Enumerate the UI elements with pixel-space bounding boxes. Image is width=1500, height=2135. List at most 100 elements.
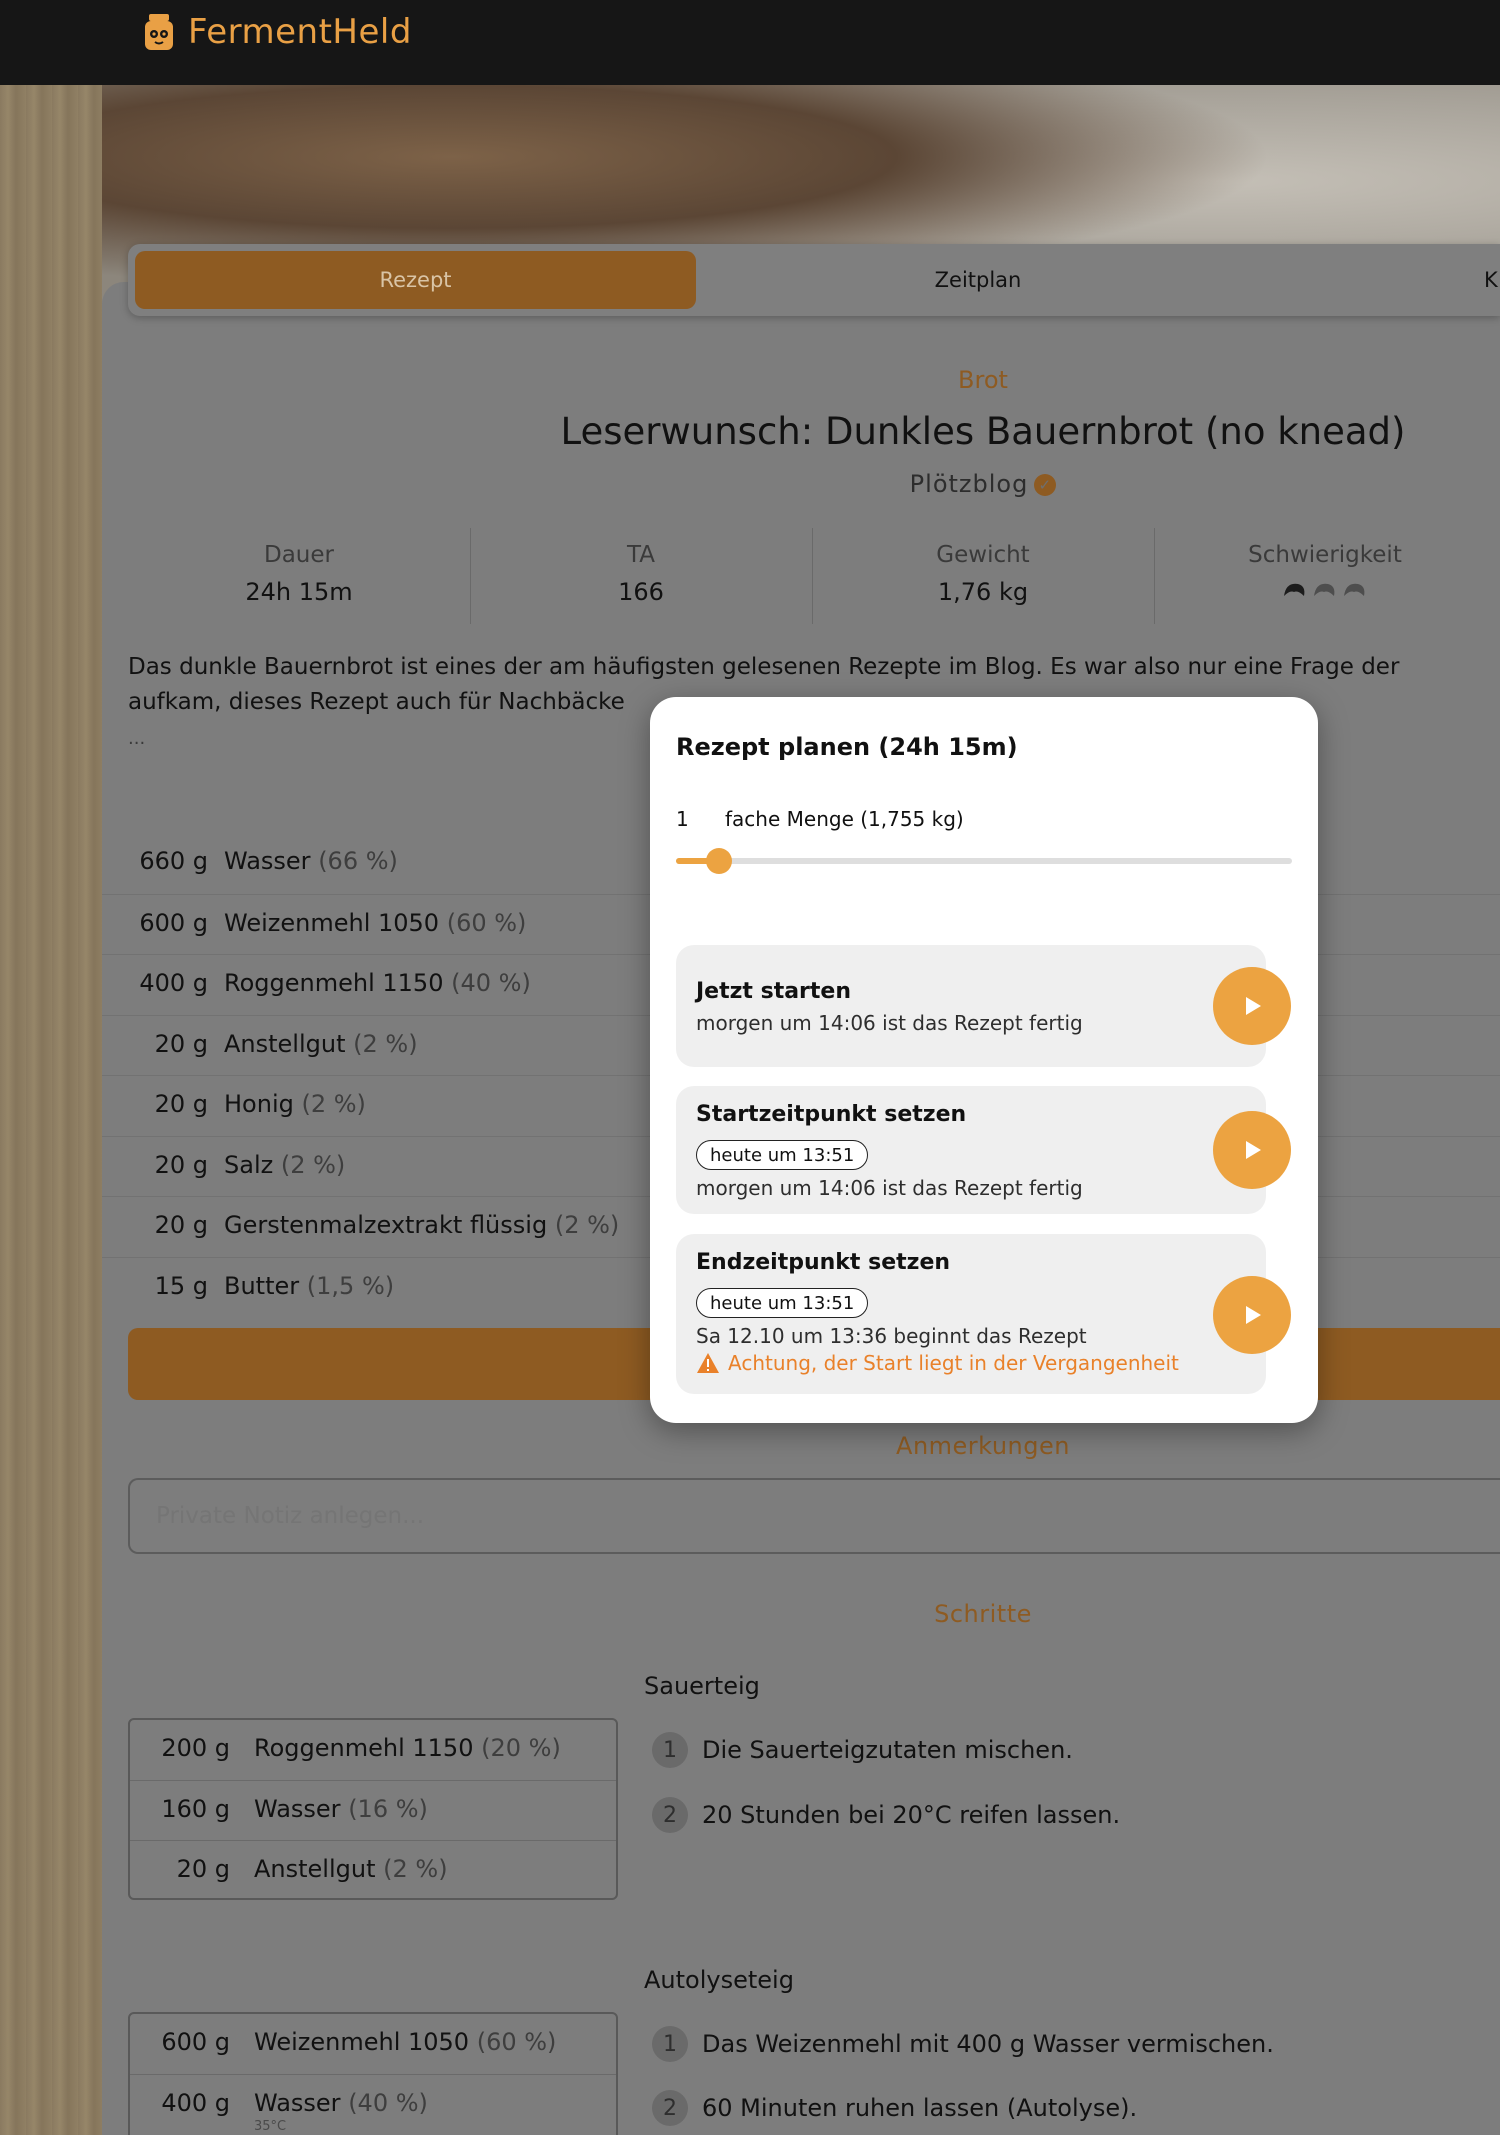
step-item: 2 60 Minuten ruhen lassen (Autolyse). bbox=[652, 2090, 1137, 2126]
multiplier-value: 1 bbox=[676, 807, 689, 831]
step-number: 2 bbox=[652, 1797, 688, 1833]
brand[interactable]: FermentHeld bbox=[142, 12, 412, 52]
step-text: 20 Stunden bei 20°C reifen lassen. bbox=[702, 1801, 1121, 1829]
stat-label: Gewicht bbox=[936, 542, 1030, 568]
option-start-now[interactable]: Jetzt starten morgen um 14:06 ist das Re… bbox=[676, 945, 1266, 1067]
ingredient-qty: 20 g bbox=[154, 1090, 208, 1118]
ingredient-qty: 600 g bbox=[139, 908, 208, 937]
stat-dauer: Dauer 24h 15m bbox=[128, 528, 470, 624]
step-number: 1 bbox=[652, 1732, 688, 1768]
ingredient-name: Roggenmehl 1150 (20 %) bbox=[254, 1734, 561, 1762]
ingredient-name: Salz (2 %) bbox=[224, 1150, 346, 1179]
table-row: 600 g Weizenmehl 1050 (60 %) bbox=[130, 2014, 616, 2074]
play-icon bbox=[1246, 1141, 1261, 1159]
author-name: Plötzblog bbox=[909, 470, 1029, 498]
option-set-start[interactable]: Startzeitpunkt setzen heute um 13:51 mor… bbox=[676, 1086, 1266, 1214]
ingredient-name: Wasser (16 %) bbox=[254, 1795, 428, 1823]
private-note-input[interactable] bbox=[128, 1478, 1500, 1554]
step-text: Das Weizenmehl mit 400 g Wasser vermisch… bbox=[702, 2030, 1274, 2058]
option-title: Jetzt starten bbox=[696, 979, 852, 1004]
stat-value: 166 bbox=[618, 578, 664, 606]
option-title: Endzeitpunkt setzen bbox=[696, 1250, 951, 1275]
stat-label: Dauer bbox=[264, 542, 334, 568]
recipe-author[interactable]: Plötzblog ✓ bbox=[102, 470, 1500, 498]
start-now-play-button[interactable] bbox=[1213, 967, 1291, 1045]
ingredient-temperature: 35°C bbox=[254, 2119, 287, 2134]
stat-label: Schwierigkeit bbox=[1248, 542, 1402, 568]
app-name: FermentHeld bbox=[188, 12, 412, 52]
recipe-category[interactable]: Brot bbox=[102, 366, 1500, 394]
table-row: 400 g Wasser (40 %) 35°C bbox=[130, 2074, 616, 2134]
ingredient-qty: 20 g bbox=[154, 1029, 208, 1058]
end-time-chip[interactable]: heute um 13:51 bbox=[696, 1288, 869, 1318]
stat-value: 1,76 kg bbox=[937, 578, 1029, 606]
table-row: 200 g Roggenmehl 1150 (20 %) bbox=[130, 1720, 616, 1780]
option-subtitle: Sa 12.10 um 13:36 beginnt das Rezept bbox=[696, 1324, 1087, 1348]
ingredient-qty: 600 g bbox=[161, 2028, 230, 2056]
play-icon bbox=[1246, 997, 1261, 1015]
verified-icon: ✓ bbox=[1034, 474, 1057, 496]
recipe-title: Leserwunsch: Dunkles Bauernbrot (no knea… bbox=[560, 410, 1406, 453]
croissant-icon bbox=[1344, 583, 1365, 596]
tab-rezept[interactable]: Rezept bbox=[135, 251, 696, 309]
quantity-slider-handle[interactable] bbox=[706, 848, 733, 874]
ingredient-name: Gerstenmalzextrakt flüssig (2 %) bbox=[224, 1211, 620, 1239]
table-row: 20 g Anstellgut (2 %) bbox=[130, 1840, 616, 1900]
step-ingredient-table: 200 g Roggenmehl 1150 (20 %) 160 g Wasse… bbox=[128, 1718, 618, 1900]
ingredient-name: Wasser (40 %) bbox=[254, 2089, 428, 2117]
step-number: 2 bbox=[652, 2090, 688, 2126]
set-end-play-button[interactable] bbox=[1213, 1276, 1291, 1354]
modal-title: Rezept planen (24h 15m) bbox=[676, 733, 1018, 761]
option-warning: Achtung, der Start liegt in der Vergange… bbox=[696, 1351, 1179, 1375]
ingredient-qty: 15 g bbox=[154, 1271, 208, 1300]
step-number: 1 bbox=[652, 2026, 688, 2062]
stat-value: 24h 15m bbox=[245, 578, 353, 606]
ingredient-name: Roggenmehl 1150 (40 %) bbox=[224, 969, 531, 997]
recipe-stats: Dauer 24h 15m TA 166 Gewicht 1,76 kg Sch… bbox=[128, 528, 1500, 628]
ingredient-qty: 400 g bbox=[139, 969, 208, 997]
step-item: 1 Die Sauerteigzutaten mischen. bbox=[652, 1732, 1073, 1768]
ingredient-qty: 400 g bbox=[161, 2089, 230, 2117]
top-bar: FermentHeld bbox=[0, 0, 1500, 85]
croissant-icon bbox=[1284, 583, 1305, 596]
jar-logo-icon bbox=[142, 12, 176, 52]
ingredient-name: Wasser (66 %) bbox=[224, 847, 398, 875]
ingredient-qty: 20 g bbox=[176, 1855, 230, 1883]
step-item: 1 Das Weizenmehl mit 400 g Wasser vermis… bbox=[652, 2026, 1274, 2062]
ingredient-name: Anstellgut (2 %) bbox=[254, 1855, 448, 1883]
warning-icon bbox=[697, 1353, 719, 1373]
notes-heading: Anmerkungen bbox=[896, 1432, 1070, 1460]
multiplier-label: fache Menge (1,755 kg) bbox=[725, 807, 964, 831]
step-group-title: Autolyseteig bbox=[644, 1966, 794, 1994]
stat-label: TA bbox=[627, 542, 655, 568]
step-text: Die Sauerteigzutaten mischen. bbox=[702, 1736, 1073, 1764]
set-start-play-button[interactable] bbox=[1213, 1111, 1291, 1189]
ingredient-qty: 160 g bbox=[161, 1795, 230, 1823]
warning-text: Achtung, der Start liegt in der Vergange… bbox=[728, 1351, 1179, 1375]
start-time-chip[interactable]: heute um 13:51 bbox=[696, 1140, 869, 1170]
stat-schwierigkeit: Schwierigkeit bbox=[1154, 528, 1496, 624]
tab-k[interactable]: K bbox=[1484, 251, 1500, 309]
stat-gewicht: Gewicht 1,76 kg bbox=[812, 528, 1154, 624]
croissant-icon bbox=[1314, 583, 1335, 596]
plan-recipe-modal: Rezept planen (24h 15m) 1 fache Menge (1… bbox=[650, 697, 1318, 1423]
ingredient-qty: 660 g bbox=[139, 847, 208, 875]
play-icon bbox=[1246, 1306, 1261, 1324]
option-subtitle: morgen um 14:06 ist das Rezept fertig bbox=[696, 1176, 1083, 1200]
step-group-title: Sauerteig bbox=[644, 1672, 760, 1700]
steps-heading: Schritte bbox=[934, 1600, 1032, 1628]
ingredient-qty: 20 g bbox=[154, 1150, 208, 1179]
ingredient-name: Anstellgut (2 %) bbox=[224, 1029, 418, 1058]
ingredient-qty: 200 g bbox=[161, 1734, 230, 1762]
description-more[interactable]: ... bbox=[128, 728, 145, 749]
tab-bar: Rezept Zeitplan K bbox=[128, 244, 1500, 316]
ingredient-name: Honig (2 %) bbox=[224, 1090, 366, 1118]
step-text: 60 Minuten ruhen lassen (Autolyse). bbox=[702, 2094, 1138, 2122]
ingredient-name: Weizenmehl 1050 (60 %) bbox=[254, 2028, 557, 2056]
difficulty-rating bbox=[1154, 576, 1496, 608]
option-set-end[interactable]: Endzeitpunkt setzen heute um 13:51 Sa 12… bbox=[676, 1234, 1266, 1394]
quantity-slider-track[interactable] bbox=[676, 858, 1292, 864]
tab-zeitplan[interactable]: Zeitplan bbox=[828, 251, 1128, 309]
option-subtitle: morgen um 14:06 ist das Rezept fertig bbox=[696, 1011, 1083, 1035]
ingredient-qty: 20 g bbox=[154, 1211, 208, 1239]
